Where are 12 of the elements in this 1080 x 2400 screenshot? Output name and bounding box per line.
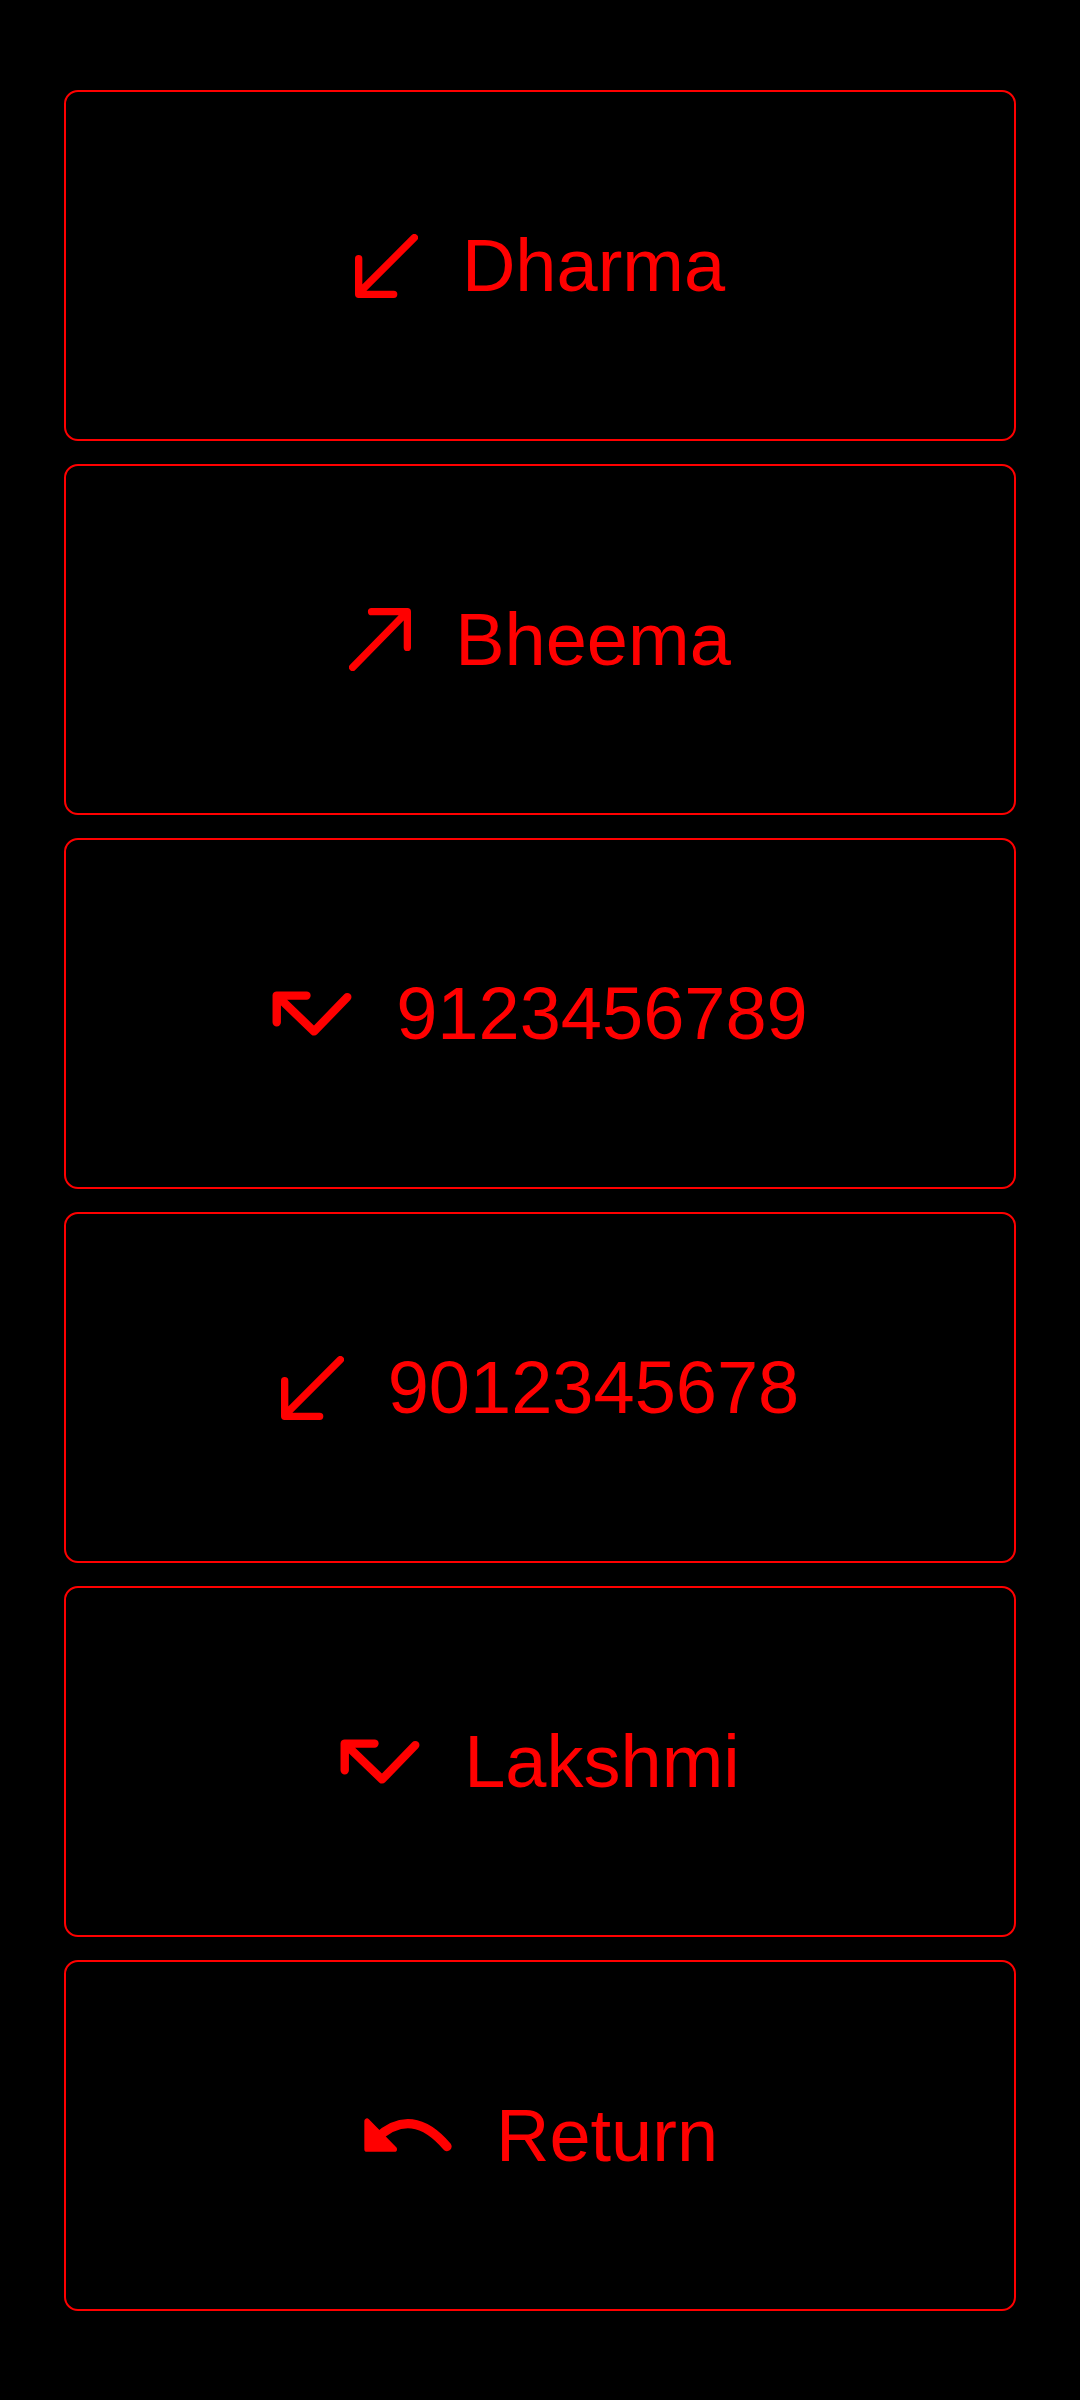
undo-icon	[361, 2117, 452, 2154]
call-entry-button[interactable]: 9012345678	[64, 1212, 1016, 1563]
arrow-down-left-icon	[354, 233, 418, 298]
arrow-up-right-icon	[349, 608, 412, 671]
call-entry-button[interactable]: 9123456789	[64, 838, 1016, 1189]
call-entry-button[interactable]: Dharma	[64, 90, 1016, 441]
missed-call-icon	[340, 1739, 421, 1784]
return-button[interactable]: Return	[64, 1960, 1016, 2311]
arrow-down-left-icon	[280, 1355, 344, 1420]
call-entry-button[interactable]: Bheema	[64, 464, 1016, 815]
missed-call-icon	[272, 991, 353, 1036]
call-entry-button[interactable]: Lakshmi	[64, 1586, 1016, 1937]
